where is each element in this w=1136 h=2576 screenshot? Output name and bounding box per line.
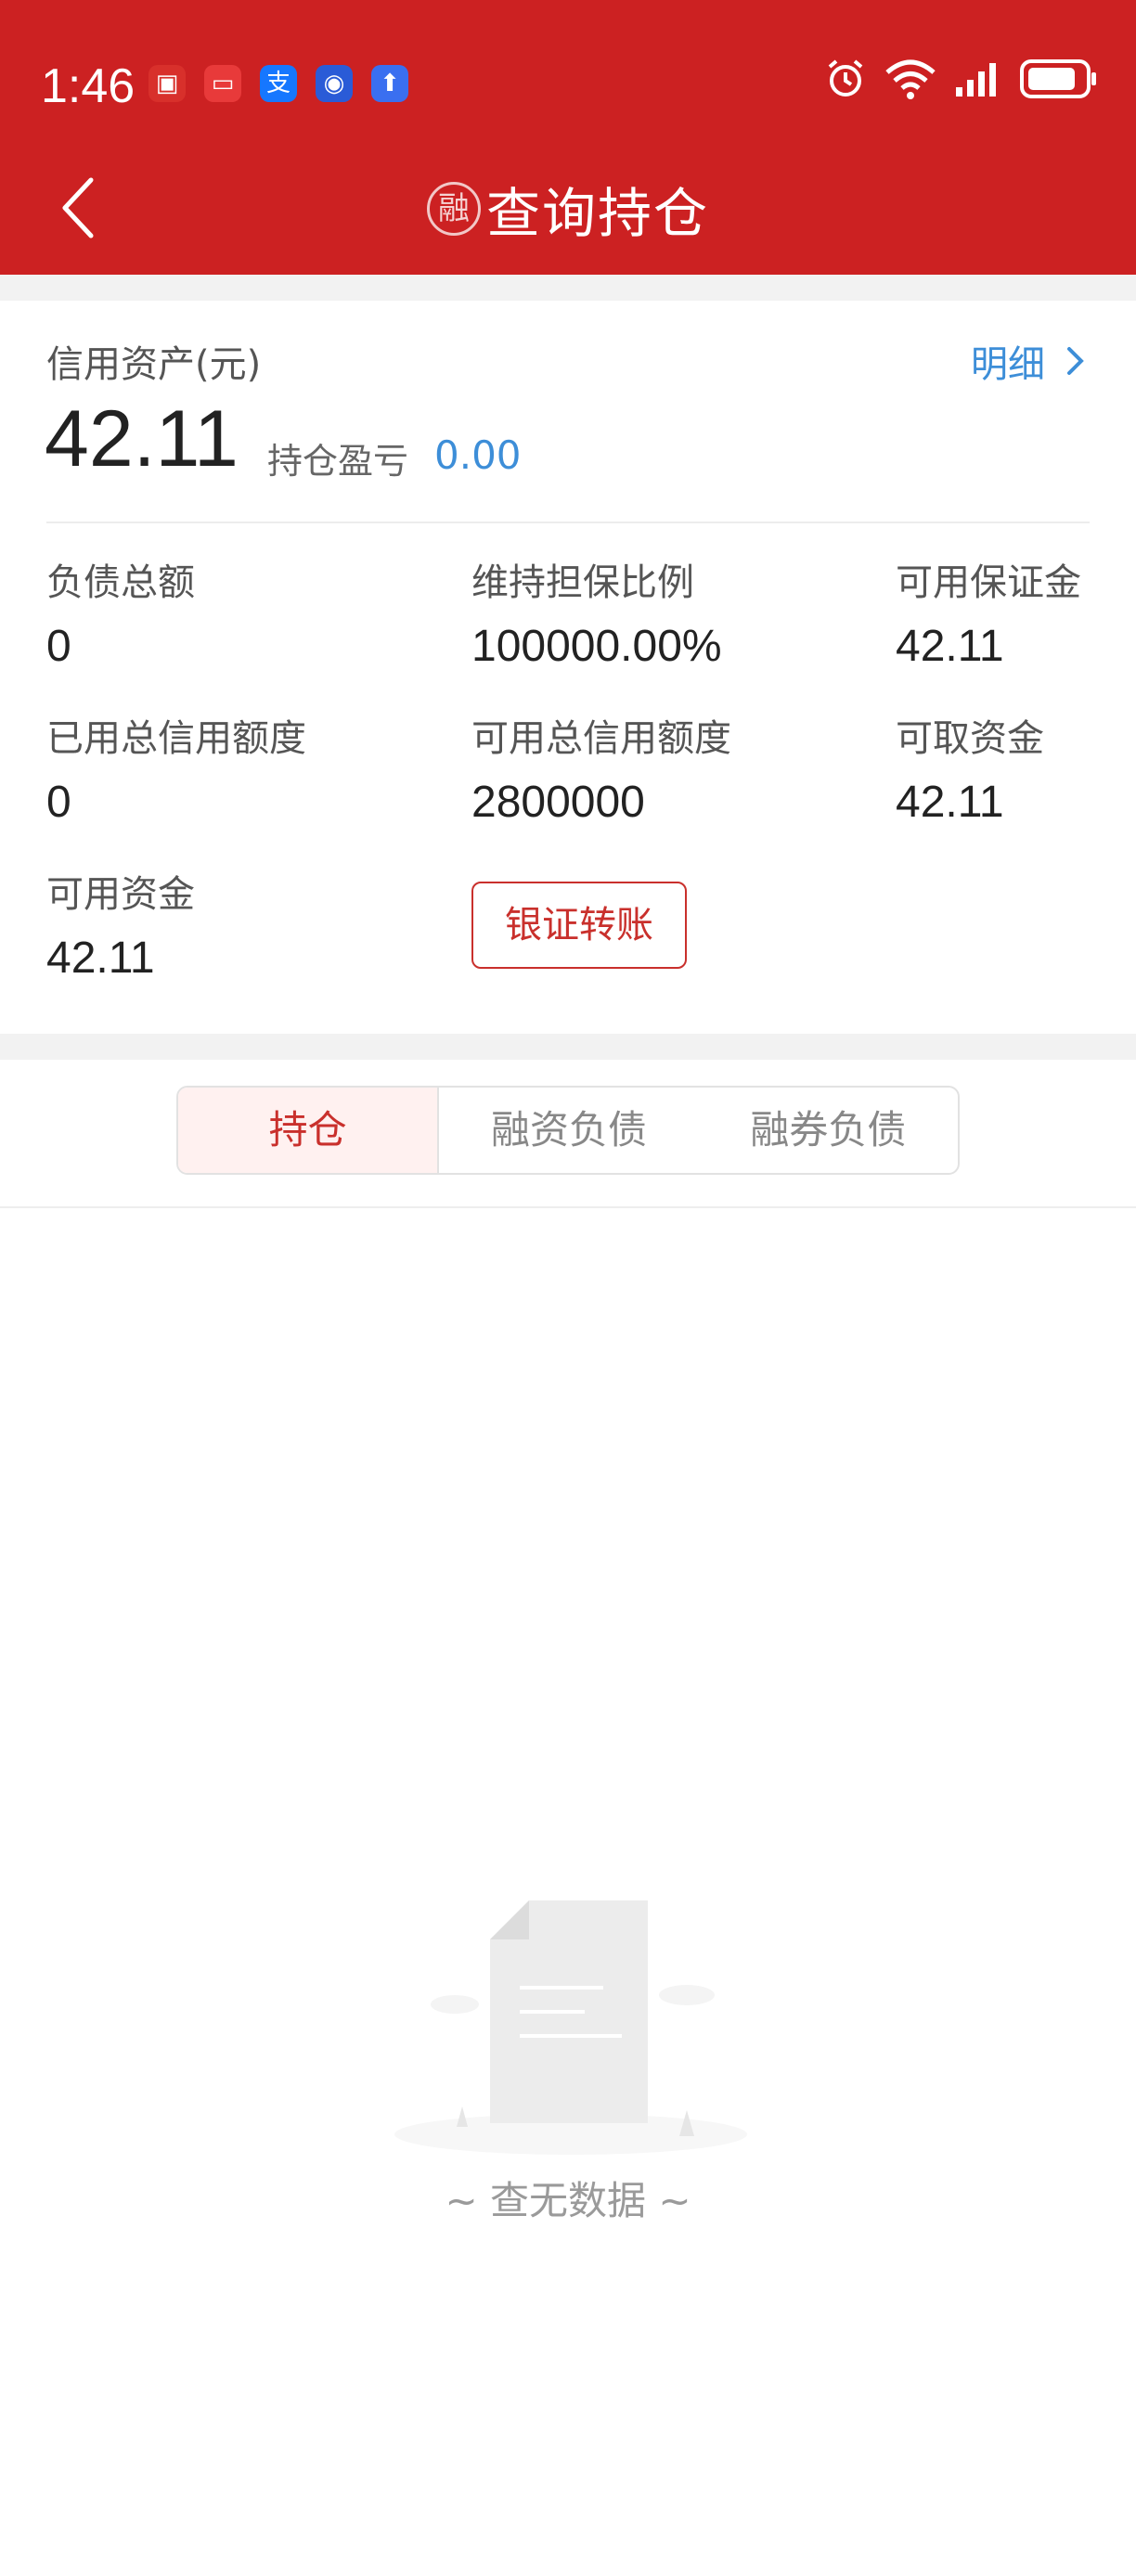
metric-available-funds: 可用资金 42.11 [46,870,195,989]
metric-value: 42.11 [46,934,155,983]
battery-icon [1020,59,1096,98]
credit-asset-value: 42.11 [45,394,239,483]
empty-document-icon [394,1900,747,2155]
credit-asset-label: 信用资产(元) [46,343,262,386]
metric-value: 42.11 [896,622,1004,671]
alipay-icon: 支 [260,65,297,102]
detail-link-label: 明细 [971,343,1045,386]
upload-app-icon: ⬆ [371,65,408,102]
tab-margin-financing-liability[interactable]: 融资负债 [439,1088,698,1173]
metric-value: 0 [46,778,71,827]
alarm-icon [828,59,863,97]
bank-transfer-button[interactable]: 银证转账 [471,882,687,969]
page-title-area: 融 查询持仓 [0,167,1136,251]
news-app-icon: ▣ [148,65,186,102]
metric-used-credit: 已用总信用额度 0 [46,715,306,833]
metric-value: 100000.00% [471,622,722,671]
rong-badge-icon: 融 [426,182,481,236]
chevron-right-icon [1067,347,1084,375]
credit-asset-card: 信用资产(元) 明细 42.11 持仓盈亏 0.00 负债总额 0 维持担保比例… [0,301,1136,1034]
metric-label: 负债总额 [46,561,195,604]
metric-value: 0 [46,622,71,671]
tab-positions[interactable]: 持仓 [178,1088,440,1173]
metric-total-liability: 负债总额 0 [46,559,195,677]
position-pl-label: 持仓盈亏 [267,441,409,482]
wifi-icon [885,59,936,99]
empty-state-text: ~ 查无数据 ~ [445,2178,691,2223]
metric-label: 可用资金 [46,873,195,916]
status-indicators [807,58,1099,100]
metric-label: 可用保证金 [896,561,1081,604]
page-title: 查询持仓 [485,182,709,245]
metric-label: 可用总信用额度 [471,717,731,760]
metric-value: 2800000 [471,778,645,827]
section-gap [0,1034,1136,1060]
holdings-tabs: 持仓 融资负债 融券负债 [176,1086,960,1175]
metric-available-margin: 可用保证金 42.11 [896,559,1081,677]
section-gap [0,275,1136,301]
signal-icon [956,63,996,97]
divider [46,522,1090,523]
metric-maintenance-ratio: 维持担保比例 100000.00% [471,559,722,677]
notification-icons: ▣ ▭ 支 ◉ ⬆ [148,65,427,102]
tab-securities-lending-liability[interactable]: 融券负债 [699,1088,958,1173]
metric-value: 42.11 [896,778,1004,827]
metric-label: 可取资金 [896,717,1044,760]
position-pl-value: 0.00 [434,432,522,478]
metric-label: 维持担保比例 [471,561,694,604]
metric-available-credit: 可用总信用额度 2800000 [471,715,731,833]
status-time: 1:46 [41,59,136,113]
bank-app-icon: ◉ [316,65,353,102]
metric-withdrawable-funds: 可取资金 42.11 [896,715,1044,833]
reader-app-icon: ▭ [204,65,241,102]
top-app-bar: 1:46 ▣ ▭ 支 ◉ ⬆ 融 查询持仓 [0,0,1136,275]
divider [0,1206,1136,1208]
detail-link[interactable]: 明细 [971,334,1086,388]
metric-label: 已用总信用额度 [46,717,306,760]
